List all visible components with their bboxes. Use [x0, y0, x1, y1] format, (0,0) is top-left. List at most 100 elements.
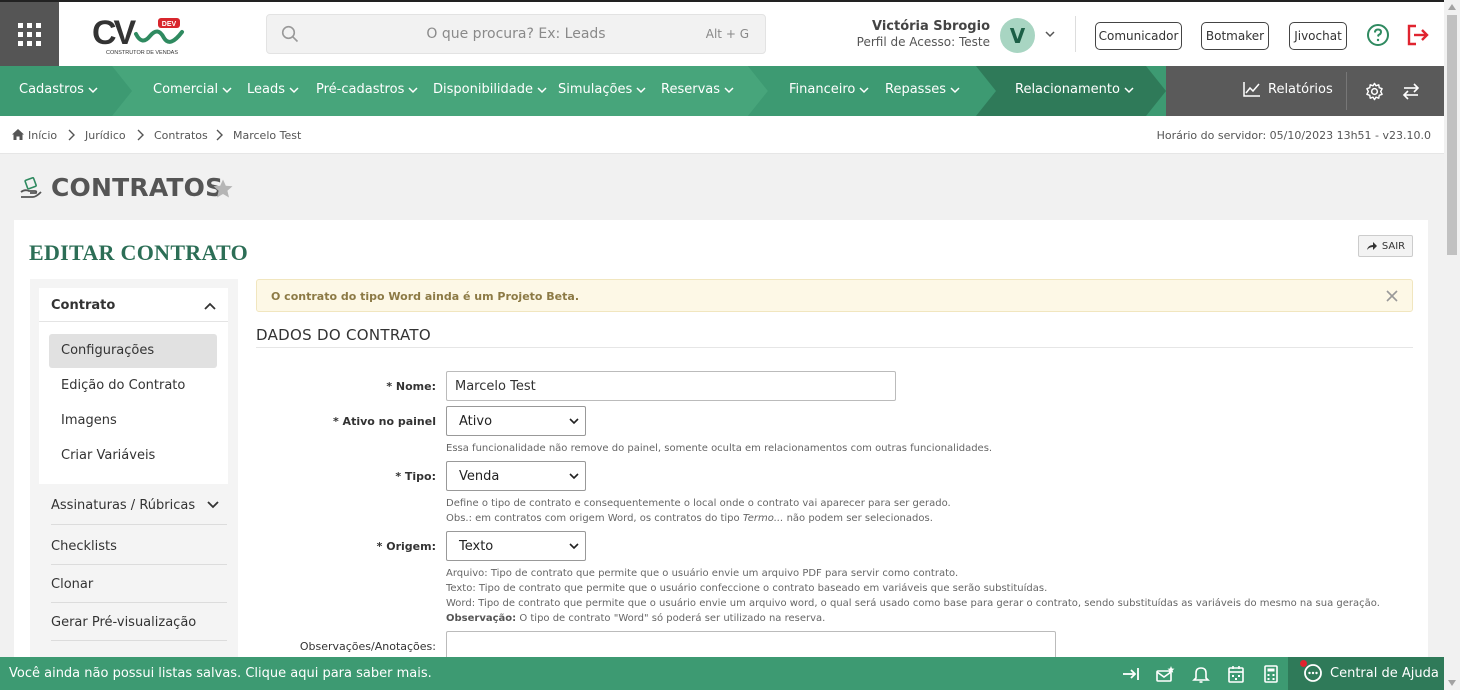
- jivochat-button[interactable]: Jivochat: [1289, 22, 1347, 50]
- header-divider: [1075, 16, 1076, 52]
- active-help: Essa funcionalidade não remove do painel…: [446, 443, 993, 454]
- collapse-right-icon[interactable]: [1121, 665, 1141, 683]
- calendar-icon[interactable]: [1226, 665, 1246, 683]
- apps-menu-button[interactable]: [0, 2, 59, 66]
- side-item-clonar[interactable]: Clonar: [51, 577, 227, 592]
- side-section-title[interactable]: Contrato: [51, 298, 115, 313]
- chevron-down-icon: [724, 86, 734, 93]
- close-icon[interactable]: [1386, 290, 1398, 302]
- breadcrumb-inicio[interactable]: Início: [28, 129, 57, 142]
- chevron-down-icon: [289, 86, 299, 93]
- chevron-up-icon[interactable]: [204, 301, 216, 311]
- mail-star-icon[interactable]: [1155, 665, 1175, 683]
- scroll-up-icon[interactable]: [1448, 4, 1456, 10]
- chevron-down-icon[interactable]: [1044, 28, 1056, 40]
- nav-comercial[interactable]: Comercial: [153, 82, 232, 97]
- chevron-right-icon: [137, 129, 144, 141]
- contract-hand-icon: [20, 177, 42, 198]
- type-help-obs: Obs.: em contratos com origem Word, os c…: [446, 513, 933, 524]
- vertical-scrollbar[interactable]: [1444, 0, 1460, 690]
- chevron-down-icon: [569, 473, 579, 480]
- botmaker-button[interactable]: Botmaker: [1201, 22, 1269, 50]
- calculator-icon[interactable]: [1261, 665, 1281, 683]
- user-profile: Perfil de Acesso: Teste: [856, 35, 990, 49]
- nav-relatorios[interactable]: Relatórios: [1243, 81, 1333, 97]
- saved-lists-link[interactable]: Você ainda não possui listas salvas. Cli…: [9, 666, 432, 681]
- origin-help-arquivo: Arquivo: Tipo de contrato que permite qu…: [446, 568, 959, 579]
- origin-help-obs: Observação: O tipo de contrato "Word" só…: [446, 613, 826, 624]
- nav-right-tools: Relatórios: [1166, 66, 1444, 116]
- side-item-preview[interactable]: Gerar Pré-visualização: [51, 615, 227, 630]
- active-label: * Ativo no painel: [332, 415, 436, 428]
- card-title: EDITAR CONTRATO: [29, 240, 249, 265]
- name-field[interactable]: Marcelo Test: [446, 371, 896, 401]
- nav-cadastros[interactable]: Cadastros: [19, 82, 98, 97]
- bell-icon[interactable]: [1191, 665, 1211, 683]
- type-select[interactable]: Venda: [446, 461, 586, 491]
- nav-relacionamento[interactable]: Relacionamento: [1015, 82, 1134, 97]
- nav-leads[interactable]: Leads: [247, 82, 299, 97]
- name-label: * Nome:: [386, 380, 436, 393]
- side-item-assinaturas[interactable]: Assinaturas / Rúbricas: [51, 498, 227, 513]
- chevron-down-icon: [1124, 86, 1134, 93]
- global-search[interactable]: O que procura? Ex: Leads Alt + G: [266, 14, 766, 54]
- breadcrumb: Início Jurídico Contratos Marcelo Test H…: [0, 116, 1444, 154]
- scroll-down-icon[interactable]: [1448, 680, 1456, 686]
- notes-label: Observações/Anotações:: [299, 640, 436, 653]
- side-item-checklists[interactable]: Checklists: [51, 539, 227, 554]
- cv-logo[interactable]: CV DEV CONSTRUTOR DE VENDAS: [92, 14, 188, 56]
- breadcrumb-juridico[interactable]: Jurídico: [85, 129, 126, 142]
- avatar[interactable]: V: [1000, 18, 1035, 53]
- help-center-button[interactable]: Central de Ajuda: [1288, 657, 1444, 690]
- side-item-edicao[interactable]: Edição do Contrato: [49, 369, 217, 403]
- origin-label: * Origem:: [376, 540, 436, 553]
- active-select[interactable]: Ativo: [446, 406, 586, 436]
- help-icon[interactable]: [1366, 23, 1390, 47]
- server-time: Horário do servidor: 05/10/2023 13h51 - …: [1156, 129, 1431, 142]
- side-divider: [51, 564, 227, 565]
- nav-reservas[interactable]: Reservas: [661, 82, 734, 97]
- chevron-right-icon: [68, 129, 75, 141]
- svg-text:DEV: DEV: [162, 21, 177, 28]
- comunicador-button[interactable]: Comunicador: [1095, 22, 1182, 50]
- home-icon[interactable]: [11, 128, 25, 141]
- chevron-down-icon: [859, 86, 869, 93]
- nav-financeiro[interactable]: Financeiro: [789, 82, 869, 97]
- swap-arrows-icon[interactable]: [1402, 83, 1420, 100]
- chevron-down-icon: [569, 418, 579, 425]
- side-divider: [51, 602, 227, 603]
- side-menu: Contrato Configurações Edição do Contrat…: [30, 279, 238, 660]
- side-divider: [51, 524, 227, 525]
- user-info[interactable]: Victória Sbrogio Perfil de Acesso: Teste: [857, 19, 990, 49]
- star-icon[interactable]: [212, 178, 234, 200]
- nav-disponibilidade[interactable]: Disponibilidade: [433, 82, 547, 97]
- gear-icon[interactable]: [1365, 82, 1384, 101]
- scrollbar-thumb[interactable]: [1447, 15, 1457, 255]
- nav-pre-cadastros[interactable]: Pré-cadastros: [316, 82, 418, 97]
- svg-text:CV: CV: [92, 14, 137, 52]
- chevron-down-icon: [537, 86, 547, 93]
- user-name: Victória Sbrogio: [871, 19, 990, 34]
- nav-repasses[interactable]: Repasses: [885, 82, 960, 97]
- search-shortcut: Alt + G: [705, 27, 749, 41]
- logout-icon[interactable]: [1406, 24, 1430, 46]
- origin-help: Arquivo: Tipo de contrato que permite qu…: [446, 566, 1380, 626]
- side-item-variaveis[interactable]: Criar Variáveis: [49, 439, 217, 473]
- alert-text: O contrato do tipo Word ainda é um Proje…: [271, 290, 580, 303]
- chat-bubble-icon: [1304, 664, 1322, 682]
- page-title: CONTRATOS: [51, 173, 224, 202]
- chevron-down-icon: [207, 501, 219, 509]
- exit-button[interactable]: SAIR: [1358, 235, 1413, 257]
- side-item-imagens[interactable]: Imagens: [49, 404, 217, 438]
- breadcrumb-contratos[interactable]: Contratos: [154, 129, 208, 142]
- chevron-down-icon: [950, 86, 960, 93]
- nav-divider: [1346, 72, 1347, 110]
- type-label: * Tipo:: [395, 470, 436, 483]
- origin-select[interactable]: Texto: [446, 531, 586, 561]
- breadcrumb-current: Marcelo Test: [233, 129, 302, 142]
- type-help-line: Define o tipo de contrato e consequentem…: [446, 498, 951, 509]
- search-placeholder: O que procura? Ex: Leads: [426, 26, 606, 42]
- side-item-configuracoes[interactable]: Configurações: [49, 334, 217, 368]
- origin-help-word: Word: Tipo de contrato que permite que o…: [446, 598, 1380, 609]
- nav-simulacoes[interactable]: Simulações: [558, 82, 646, 97]
